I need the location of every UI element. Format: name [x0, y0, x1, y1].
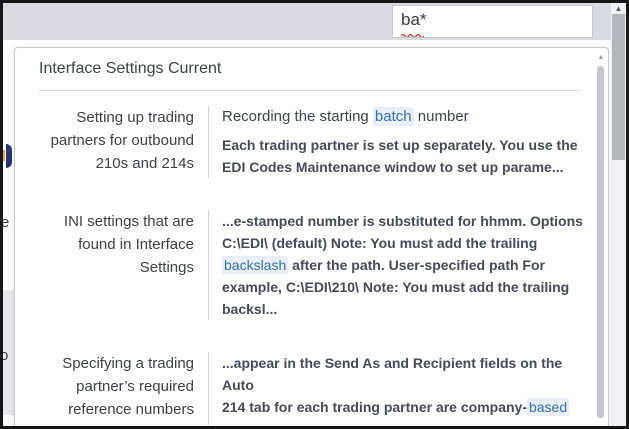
search-results-panel: Interface Settings Current Setting up tr… — [14, 47, 609, 429]
result-topic: Specifying a trading partner’s required … — [15, 352, 208, 429]
spellcheck-squiggle — [401, 33, 424, 37]
page-scrollbar-thumb[interactable] — [612, 14, 625, 160]
scroll-up-arrow-icon[interactable]: ▲ — [611, 4, 626, 13]
result-snippet: ...e-stamped number is substituted for h… — [208, 210, 608, 320]
highlighted-term: backslash — [222, 256, 288, 274]
result-row[interactable]: Specifying a trading partner’s required … — [15, 342, 608, 429]
snippet-heading: Recording the starting batch number — [222, 106, 584, 128]
heading-text: Recording the starting — [222, 108, 373, 125]
result-row[interactable]: Setting up trading partners for outbound… — [15, 96, 608, 188]
result-row[interactable]: INI settings that are found in Interface… — [15, 200, 608, 330]
snippet-text: ...e-stamped number is substituted for h… — [222, 213, 583, 251]
results-header: Interface Settings Current — [39, 58, 584, 79]
results-list: Setting up trading partners for outbound… — [15, 96, 608, 429]
search-input[interactable]: ba* — [392, 5, 593, 38]
result-topic: INI settings that are found in Interface… — [15, 210, 208, 320]
highlighted-term: batch — [373, 107, 414, 126]
page-scrollbar[interactable]: ▲ — [611, 3, 626, 426]
results-scroll-up-arrow-icon[interactable]: ▲ — [597, 54, 605, 61]
result-topic: Setting up trading partners for outbound… — [15, 106, 208, 178]
screenshot-frame: e o ba* ▲ Interface Settings Current Set… — [0, 0, 629, 429]
background-block-fragment: o — [3, 290, 14, 415]
snippet-body: Each trading partner is set up separatel… — [222, 134, 584, 178]
search-query-text: ba* — [401, 10, 427, 30]
highlighted-term: based — [527, 398, 569, 416]
result-snippet: ...appear in the Send As and Recipient f… — [208, 352, 608, 429]
logo-orange-sliver — [3, 150, 5, 161]
snippet-body: ...appear in the Send As and Recipient f… — [222, 352, 584, 429]
results-scrollbar[interactable]: ▲ — [597, 54, 605, 429]
background-text-fragment: o — [0, 347, 8, 364]
logo-glyph-fragment — [6, 144, 12, 168]
snippet-text: or Bill To-based. Go to Interface Settin… — [222, 421, 583, 429]
background-logo-fragment — [3, 144, 13, 168]
results-scrollbar-thumb[interactable] — [597, 66, 604, 418]
background-text-fragment: e — [1, 214, 9, 231]
result-snippet: Recording the starting batch number Each… — [208, 106, 608, 178]
heading-text: number — [414, 108, 469, 125]
snippet-text: ...appear in the Send As and Recipient f… — [222, 355, 562, 415]
header-divider — [39, 90, 580, 91]
snippet-body: ...e-stamped number is substituted for h… — [222, 210, 584, 320]
top-bar: ba* — [3, 3, 611, 40]
